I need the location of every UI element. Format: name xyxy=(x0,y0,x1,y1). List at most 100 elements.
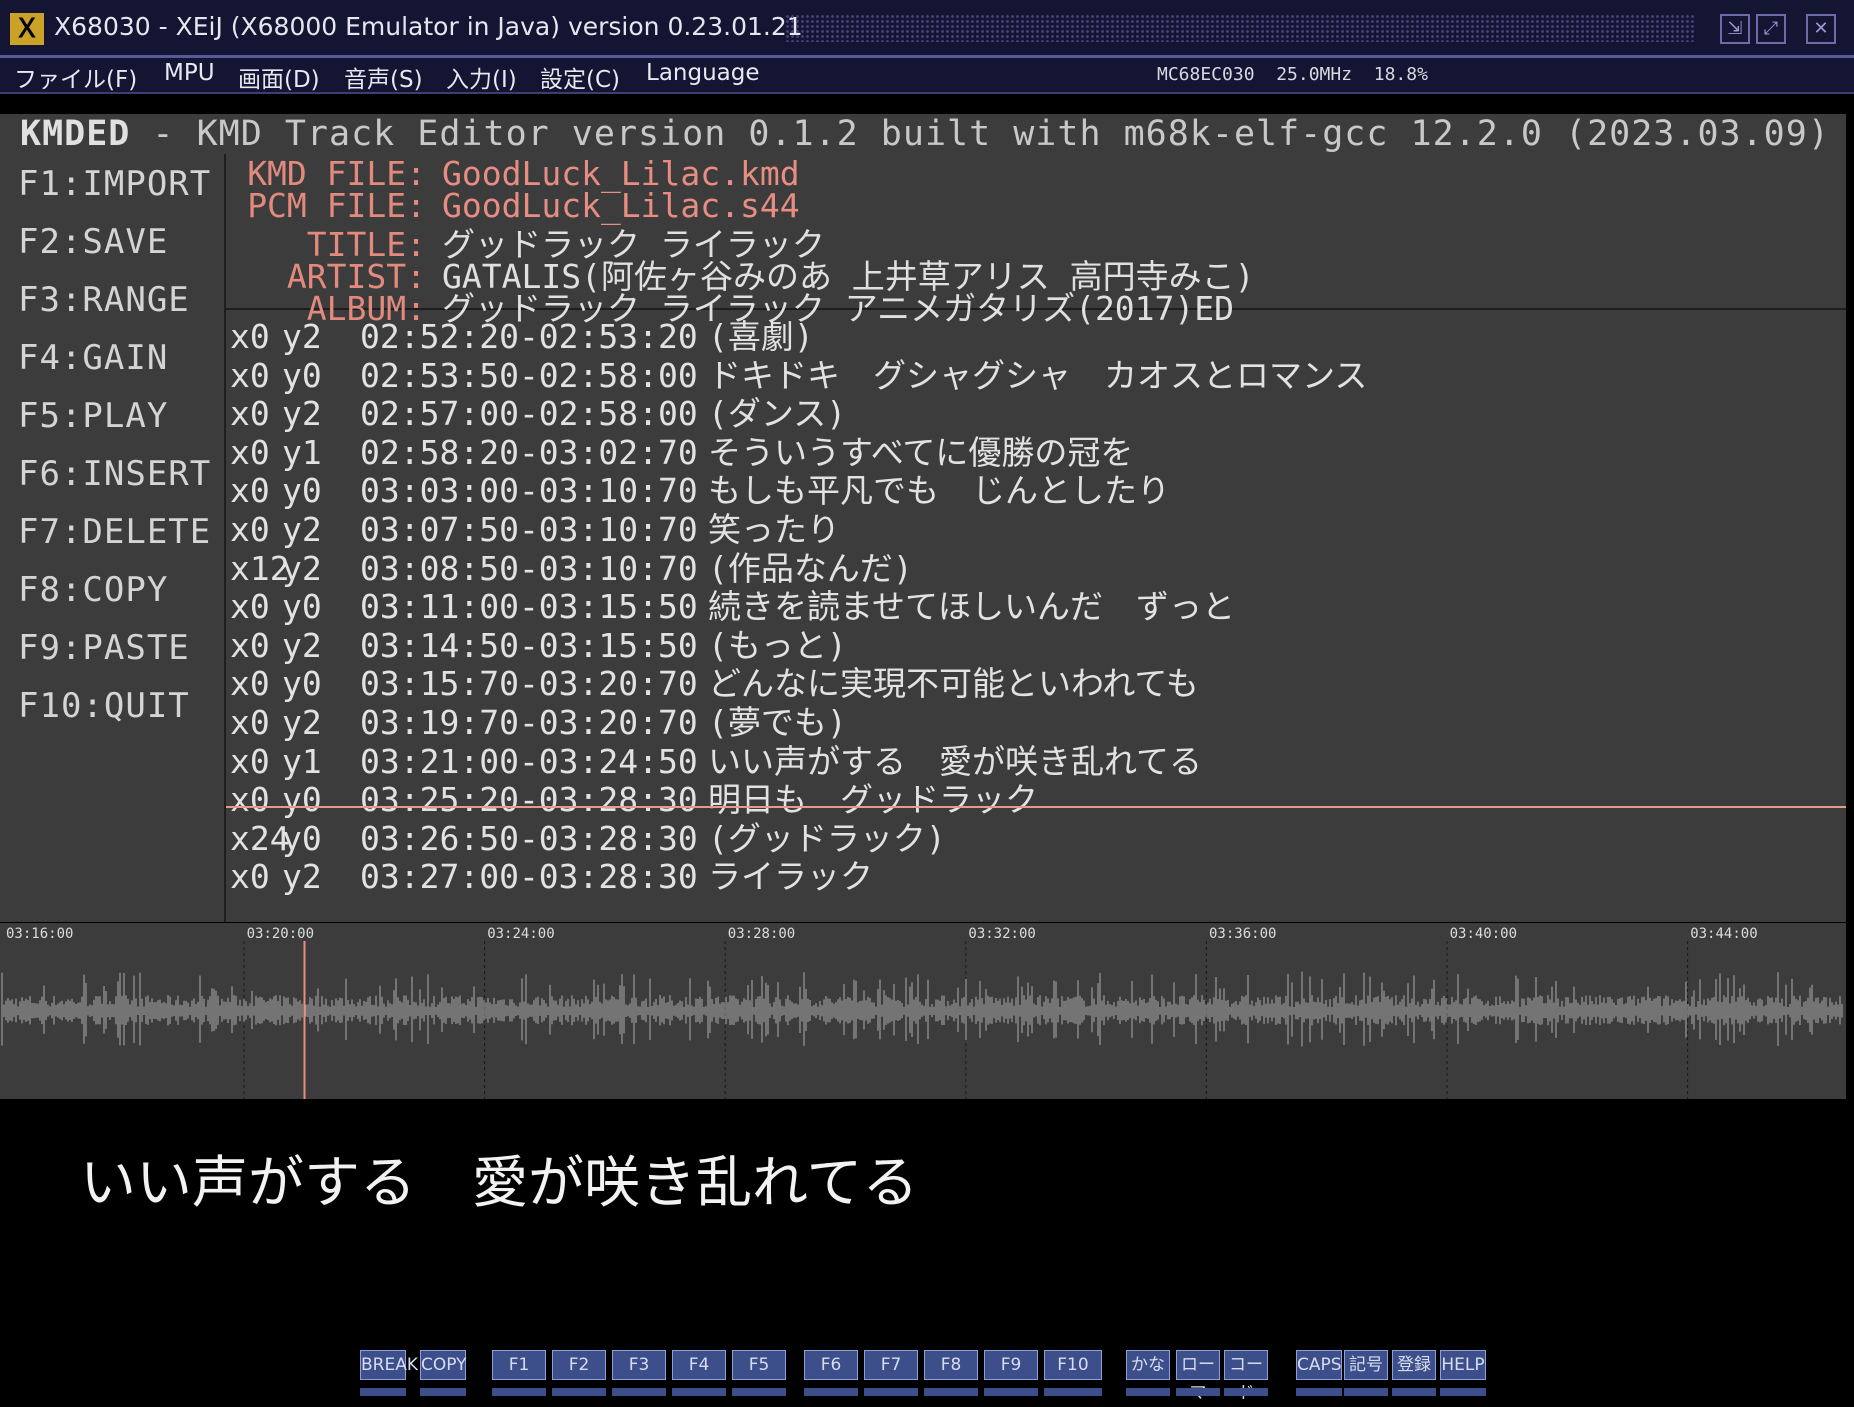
key-f9[interactable]: F9 xyxy=(984,1350,1038,1380)
key-lower-row[interactable] xyxy=(924,1388,978,1396)
fkey-delete[interactable]: F7:DELETE xyxy=(18,512,211,552)
fkey-save[interactable]: F2:SAVE xyxy=(18,222,168,262)
waveform-time-label: 03:44:00 xyxy=(1690,926,1757,942)
key-f10[interactable]: F10 xyxy=(1044,1350,1102,1380)
virtual-keyboard: BREAKCOPY F1F2F3F4F5 F6F7F8F9F10 かなローマコード CA… xyxy=(0,1346,1854,1403)
key-copy[interactable]: COPY xyxy=(420,1350,467,1380)
waveform-chart[interactable]: 03:16:00 03:20:00 03:24:00 03:28:00 03:32:00… xyxy=(0,923,1846,1099)
waveform-time-label: 03:24:00 xyxy=(487,926,554,942)
key-lower-row[interactable] xyxy=(360,1388,406,1396)
kmded-editor: KMDED - KMD Track Editor version 0.1.2 b… xyxy=(0,114,1846,922)
fkey-import[interactable]: F1:IMPORT xyxy=(18,164,211,204)
file-metadata: KMD FILE: GoodLuck_Lilac.kmd PCM FILE: Goo… xyxy=(226,154,1846,328)
close-icon[interactable]: ✕ xyxy=(1806,14,1836,44)
fkey-insert[interactable]: F6:INSERT xyxy=(18,454,211,494)
track-row[interactable]: x0 y2 03:27:00-03:28:30 ライラック xyxy=(230,850,873,896)
menu-mpu[interactable]: MPU xyxy=(164,60,215,86)
fkey-play[interactable]: F5:PLAY xyxy=(18,396,168,436)
key-lower-row[interactable] xyxy=(420,1388,466,1396)
fkey-paste[interactable]: F9:PASTE xyxy=(18,628,190,668)
menu-input[interactable]: 入力(I) xyxy=(446,60,517,94)
waveform-time-label: 03:20:00 xyxy=(247,926,314,942)
key--14[interactable]: コード xyxy=(1224,1350,1268,1403)
fkey-copy[interactable]: F8:COPY xyxy=(18,570,168,610)
key-lower-row[interactable] xyxy=(1176,1388,1220,1396)
function-key-panel: F1:IMPORT F2:SAVE F3:RANGE F4:GAIN F5:PL… xyxy=(0,154,226,922)
cpu-status: MC68EC030 25.0MHz 18.8% xyxy=(1157,64,1428,85)
key--12[interactable]: かな xyxy=(1126,1350,1170,1380)
maximize-icon[interactable]: ⤢ xyxy=(1756,14,1786,44)
key-lower-row[interactable] xyxy=(1126,1388,1170,1396)
key-lower-row[interactable] xyxy=(492,1388,546,1396)
fkey-gain[interactable]: F4:GAIN xyxy=(18,338,168,378)
track-row[interactable]: x0 y0 03:03:00-03:10:70 もしも平凡でも じんとしたり xyxy=(230,464,1170,510)
track-row[interactable]: x0 y0 03:11:00-03:15:50 続きを読ませてほしいんだ ずっと xyxy=(230,580,1235,626)
key-help[interactable]: HELP xyxy=(1440,1350,1486,1380)
key-lower-row[interactable] xyxy=(1440,1388,1486,1396)
menu-bar: ファイル(F) MPU 画面(D) 音声(S) 入力(I) 設定(C) Lang… xyxy=(0,58,1854,94)
key-lower-row[interactable] xyxy=(612,1388,666,1396)
key-lower-row[interactable] xyxy=(864,1388,918,1396)
key-lower-row[interactable] xyxy=(1392,1388,1436,1396)
waveform-trace xyxy=(1,971,1843,1047)
key-lower-row[interactable] xyxy=(804,1388,858,1396)
key-lower-row[interactable] xyxy=(672,1388,726,1396)
key-lower-row[interactable] xyxy=(1224,1388,1268,1396)
title-bar-grip[interactable] xyxy=(785,14,1695,42)
track-range: 03:27:00-03:28:30 xyxy=(360,857,698,897)
waveform-time-label: 03:28:00 xyxy=(728,926,795,942)
minimize-icon[interactable]: ⇲ xyxy=(1720,14,1750,44)
key-f2[interactable]: F2 xyxy=(552,1350,606,1380)
key-lower-row[interactable] xyxy=(1044,1388,1102,1396)
window-title: X68030 - XEiJ (X68000 Emulator in Java) … xyxy=(54,12,803,41)
fkey-range[interactable]: F3:RANGE xyxy=(18,280,190,320)
key-caps[interactable]: CAPS xyxy=(1296,1350,1342,1380)
key-f6[interactable]: F6 xyxy=(804,1350,858,1380)
key-f5[interactable]: F5 xyxy=(732,1350,786,1380)
key-f3[interactable]: F3 xyxy=(612,1350,666,1380)
key-f7[interactable]: F7 xyxy=(864,1350,918,1380)
fkey-quit[interactable]: F10:QUIT xyxy=(18,686,190,726)
menu-settings[interactable]: 設定(C) xyxy=(540,60,620,94)
menu-sound[interactable]: 音声(S) xyxy=(344,60,423,94)
waveform-time-label: 03:16:00 xyxy=(6,926,73,942)
key-break[interactable]: BREAK xyxy=(360,1350,418,1380)
key-f1[interactable]: F1 xyxy=(492,1350,546,1380)
track-row[interactable]: x0 y2 03:07:50-03:10:70 笑ったり xyxy=(230,503,840,549)
key--13[interactable]: ローマ xyxy=(1176,1350,1220,1403)
waveform-time-label: 03:36:00 xyxy=(1209,926,1276,942)
track-x: x0 xyxy=(230,857,270,897)
track-row[interactable]: x0 y1 03:21:00-03:24:50 いい声がする 愛が咲き乱れてる xyxy=(230,735,1202,781)
key-lower-row[interactable] xyxy=(552,1388,606,1396)
menu-language[interactable]: Language xyxy=(646,60,760,86)
track-row[interactable]: x0 y2 03:14:50-03:15:50 (もっと) xyxy=(230,619,847,665)
emulator-screen[interactable]: KMDED - KMD Track Editor version 0.1.2 b… xyxy=(0,96,1854,1396)
track-lyric: ライラック xyxy=(708,857,873,897)
track-row[interactable]: x24y0 03:26:50-03:28:30 (グッドラック) xyxy=(230,812,946,858)
track-row[interactable]: x12y2 03:08:50-03:10:70 (作品なんだ) xyxy=(230,542,913,588)
key-f4[interactable]: F4 xyxy=(672,1350,726,1380)
track-list: x0 y2 02:52:20-02:53:20 (喜劇) x0 y0 02:53:50-02… xyxy=(226,310,1846,922)
track-row[interactable]: x0 y2 03:19:70-03:20:70 (夢でも) xyxy=(230,696,847,742)
menu-file[interactable]: ファイル(F) xyxy=(14,60,137,94)
key-lower-row[interactable] xyxy=(1296,1388,1342,1396)
app-title: KMDED - KMD Track Editor version 0.1.2 b… xyxy=(20,114,1830,154)
track-row[interactable]: x0 y2 02:52:20-02:53:20 (喜劇) xyxy=(230,310,814,356)
waveform-panel[interactable]: 03:16:00 03:20:00 03:24:00 03:28:00 03:32:00… xyxy=(0,923,1846,1099)
key-lower-row[interactable] xyxy=(984,1388,1038,1396)
current-lyric: いい声がする 愛が咲き乱れてる xyxy=(80,1151,919,1216)
menu-display[interactable]: 画面(D) xyxy=(238,60,320,94)
key--17[interactable]: 登録 xyxy=(1392,1350,1436,1380)
waveform-time-label: 03:40:00 xyxy=(1450,926,1517,942)
key-lower-row[interactable] xyxy=(1344,1388,1388,1396)
key-f8[interactable]: F8 xyxy=(924,1350,978,1380)
track-row[interactable]: x0 y0 03:15:70-03:20:70 どんなに実現不可能といわれても xyxy=(230,657,1199,703)
track-y: y2 xyxy=(282,857,322,897)
track-row[interactable]: x0 y2 02:57:00-02:58:00 (ダンス) xyxy=(230,387,846,433)
key--16[interactable]: 記号 xyxy=(1344,1350,1388,1380)
xeij-logo-icon: Ｘ xyxy=(10,13,44,45)
track-row[interactable]: x0 y0 02:53:50-02:58:00 ドキドキ グシャグシャ カオスとロマン… xyxy=(230,349,1367,395)
key-lower-row[interactable] xyxy=(732,1388,786,1396)
window-title-bar: Ｘ X68030 - XEiJ (X68000 Emulator in Java… xyxy=(0,0,1854,58)
track-row[interactable]: x0 y1 02:58:20-03:02:70 そういうすべてに優勝の冠を xyxy=(230,426,1133,472)
